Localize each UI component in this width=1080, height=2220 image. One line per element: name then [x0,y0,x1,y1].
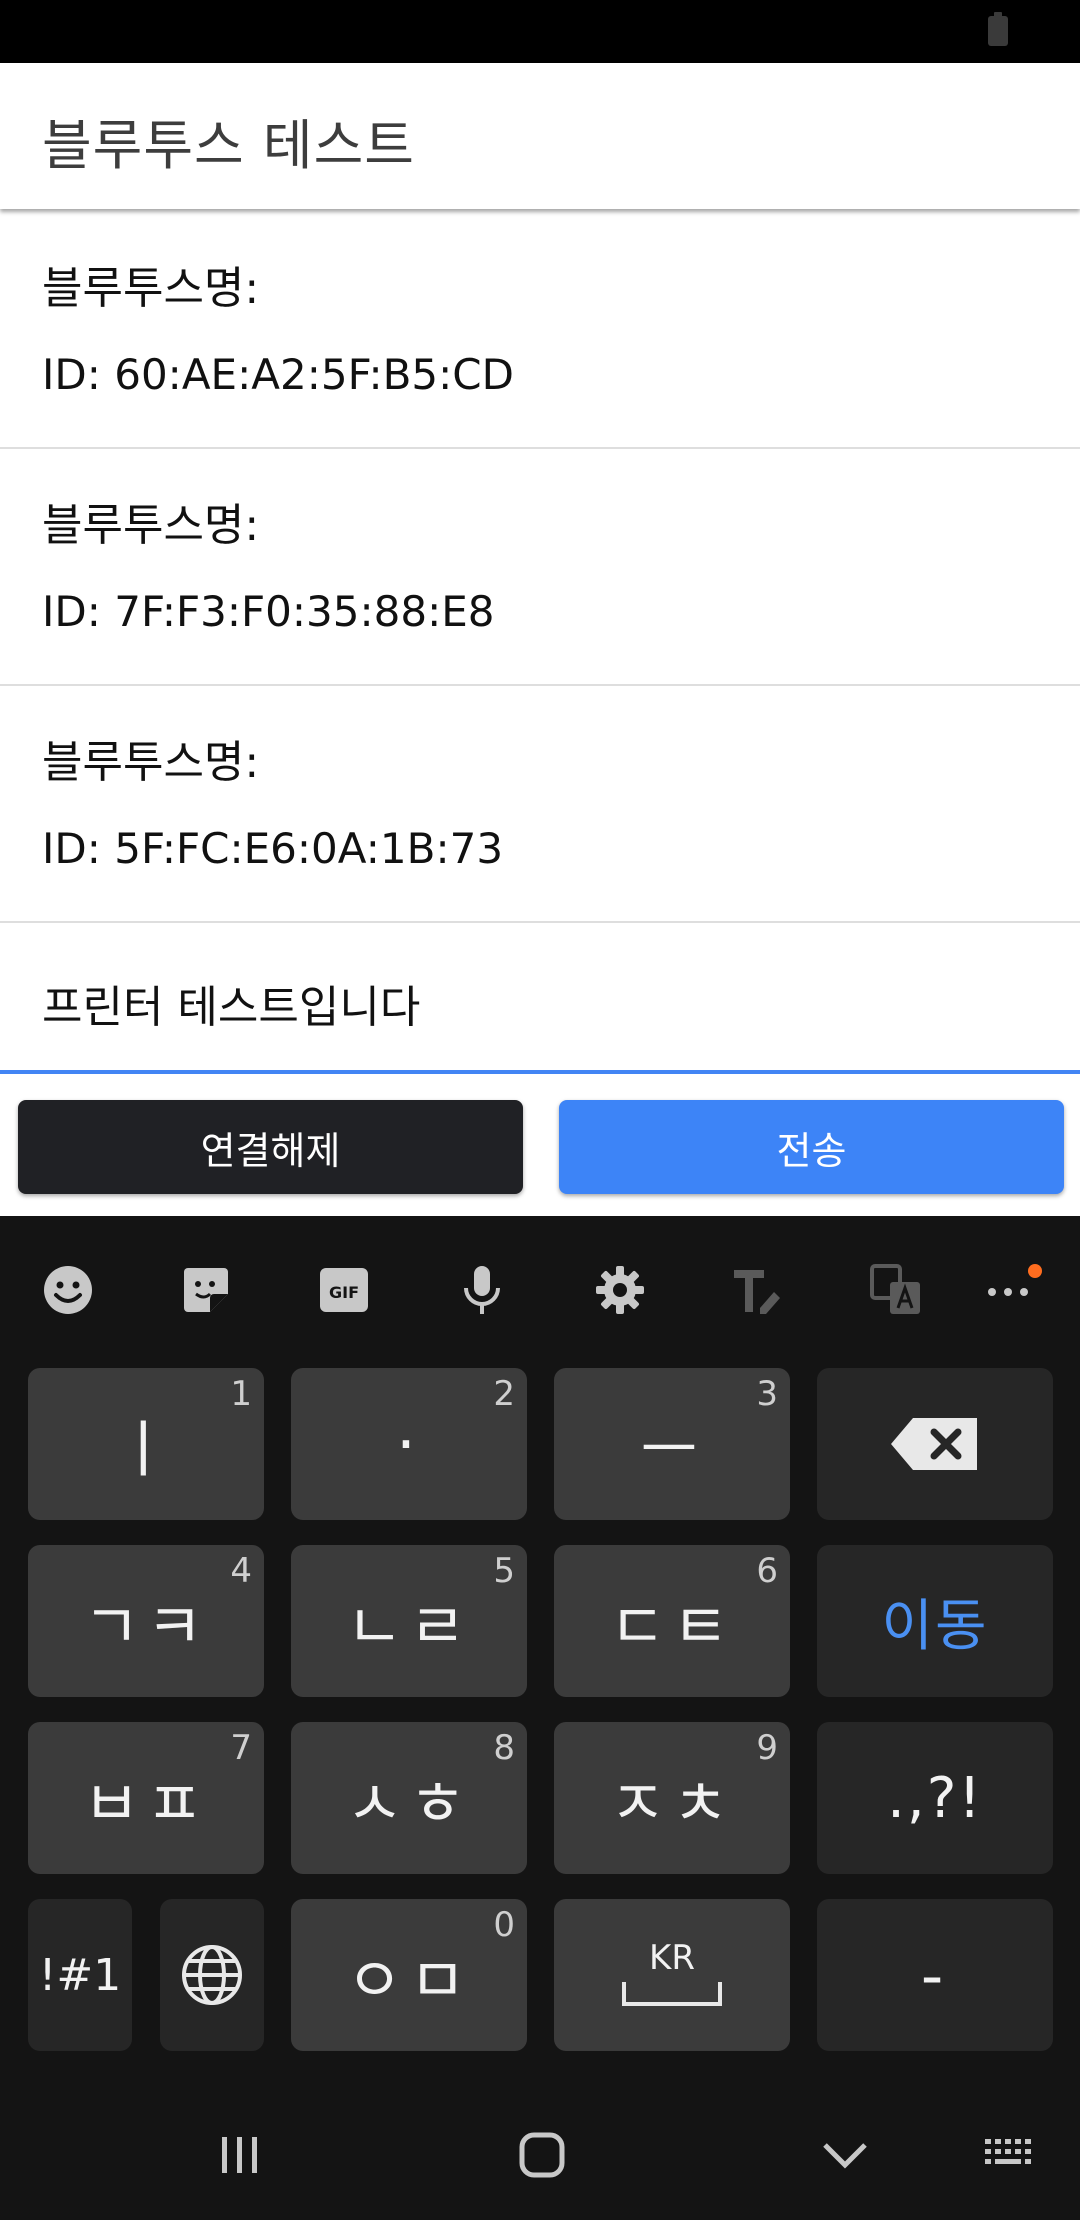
disconnect-button[interactable]: 연결해제 [18,1100,523,1194]
key-dot[interactable]: 2 · [291,1368,527,1520]
key-label: ㅂㅍ [82,1767,210,1840]
sticker-icon[interactable] [174,1258,238,1322]
device-list: 블루투스명: ID: 60:AE:A2:5F:B5:CD 블루투스명: ID: … [0,212,1080,923]
key-number: 2 [493,1374,515,1414]
app-title: 블루투스 테스트 [42,114,415,177]
gif-label: GIF [329,1283,359,1302]
key-label: - [920,1938,950,2012]
key-label: · [396,1407,422,1481]
home-icon[interactable] [507,2120,577,2190]
language-key[interactable] [160,1899,264,2051]
key-g-k[interactable]: 4 ㄱㅋ [28,1545,264,1697]
key-d-t[interactable]: 6 ㄷㅌ [554,1545,790,1697]
punctuation-key[interactable]: .,?! [817,1722,1053,1874]
backspace-icon [891,1418,977,1470]
key-o-m[interactable]: 0 ㅇㅁ [291,1899,527,2051]
device-item[interactable]: 블루투스명: ID: 7F:F3:F0:35:88:E8 [0,449,1080,686]
key-label: ㅅㅎ [345,1767,473,1840]
enter-label: 이동 [881,1593,989,1659]
key-number: 4 [230,1551,252,1591]
symbols-key[interactable]: !#1 [28,1899,132,2051]
keyboard-toolbar: GIF [0,1216,1080,1366]
emoji-icon[interactable] [36,1258,100,1322]
device-id-label: ID: 5F:FC:E6:0A:1B:73 [42,824,504,873]
key-label: ㅈㅊ [608,1767,736,1840]
device-item[interactable]: 블루투스명: ID: 5F:FC:E6:0A:1B:73 [0,686,1080,923]
device-name-label: 블루투스명: [42,263,260,314]
app-bar: 블루투스 테스트 [0,63,1080,209]
key-number: 6 [756,1551,778,1591]
key-number: 9 [756,1728,778,1768]
enter-key[interactable]: 이동 [817,1545,1053,1697]
device-id-label: ID: 7F:F3:F0:35:88:E8 [42,587,495,636]
globe-icon [182,1945,242,2005]
device-item[interactable]: 블루투스명: ID: 60:AE:A2:5F:B5:CD [0,212,1080,449]
device-name-label: 블루투스명: [42,500,260,551]
navigation-bar [0,2090,1080,2220]
key-label: !#1 [38,1949,122,2001]
key-number: 0 [493,1905,515,1945]
key-label: .,?! [887,1765,983,1831]
translate-icon[interactable] [864,1258,928,1322]
key-j-ch[interactable]: 9 ㅈㅊ [554,1722,790,1874]
space-key[interactable]: KR [554,1899,790,2051]
key-number: 7 [230,1728,252,1768]
microphone-icon[interactable] [450,1258,514,1322]
gif-icon[interactable]: GIF [312,1258,376,1322]
space-bar-icon [622,1982,722,2006]
key-number: 1 [230,1374,252,1414]
key-label: ㄴㄹ [345,1590,473,1663]
notification-dot [1028,1264,1042,1278]
space-language-label: KR [649,1938,695,1978]
key-label: ㅣ [114,1413,178,1486]
battery-icon [988,12,1008,46]
status-bar [0,0,1080,63]
key-number: 3 [756,1374,778,1414]
key-s-h[interactable]: 8 ㅅㅎ [291,1722,527,1874]
dash-key[interactable]: - [817,1899,1053,2051]
chevron-down-icon[interactable] [810,2120,880,2190]
send-button[interactable]: 전송 [559,1100,1064,1194]
key-b-p[interactable]: 7 ㅂㅍ [28,1722,264,1874]
key-n-r[interactable]: 5 ㄴㄹ [291,1545,527,1697]
backspace-key[interactable] [817,1368,1053,1520]
key-vowel-i[interactable]: 1 ㅣ [28,1368,264,1520]
key-label: ㅇㅁ [345,1944,473,2017]
message-input[interactable] [0,930,1080,1074]
device-id-label: ID: 60:AE:A2:5F:B5:CD [42,350,514,399]
key-label: ㅡ [640,1413,704,1486]
key-label: ㄱㅋ [82,1590,210,1663]
recent-apps-icon[interactable] [205,2120,275,2190]
key-label: ㄷㅌ [608,1590,736,1663]
text-edit-icon[interactable] [726,1258,790,1322]
key-number: 5 [493,1551,515,1591]
settings-icon[interactable] [588,1258,652,1322]
keyboard-switch-icon[interactable] [976,2120,1046,2190]
device-name-label: 블루투스명: [42,737,260,788]
keyboard: GIF 1 ㅣ 2 · 3 ㅡ 4 ㄱㅋ 5 ㄴㄹ 6 ㄷㅌ 이동 7 ㅂㅍ 8… [0,1216,1080,2220]
key-number: 8 [493,1728,515,1768]
key-vowel-eu[interactable]: 3 ㅡ [554,1368,790,1520]
